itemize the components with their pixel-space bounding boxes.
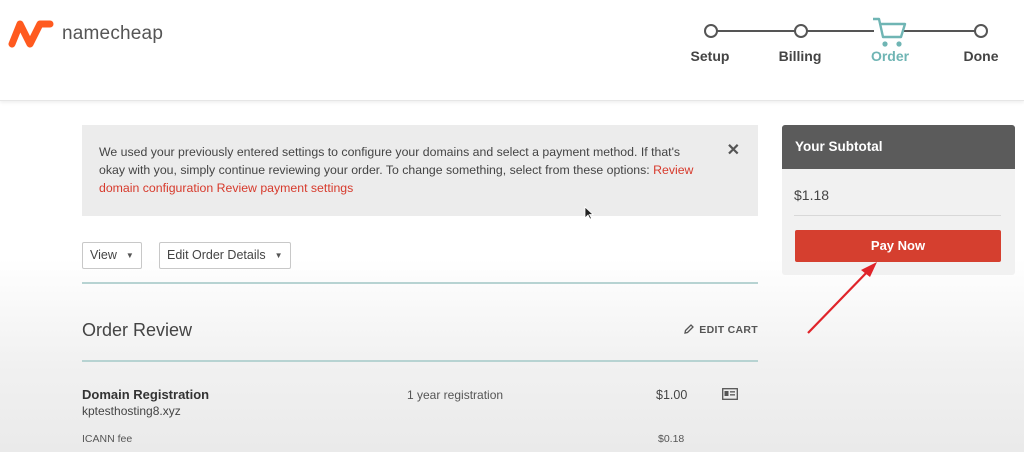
- subtotal-amount: $1.18: [794, 187, 830, 203]
- fee-name: ICANN fee: [82, 433, 133, 445]
- id-card-icon[interactable]: [722, 388, 738, 400]
- review-payment-link[interactable]: Review payment settings: [217, 181, 354, 195]
- namecheap-logo-icon: [8, 20, 54, 48]
- edit-order-details-label: Edit Order Details: [167, 248, 266, 262]
- item-price: $1.00: [656, 388, 688, 402]
- view-dropdown[interactable]: View ▼: [82, 242, 142, 269]
- step-done: Done: [963, 48, 999, 64]
- progress-line: [904, 30, 976, 32]
- chevron-down-icon: ▼: [125, 251, 134, 261]
- fee-price: $0.18: [658, 433, 685, 445]
- pencil-icon: [684, 324, 695, 334]
- subtotal-panel: Your Subtotal $1.18 Pay Now: [782, 125, 1015, 275]
- chevron-down-icon: ▼: [274, 251, 283, 261]
- step-node-billing: [794, 24, 808, 38]
- header-bar: namecheap Setup Billing Order Done: [0, 0, 1024, 101]
- settings-notice: We used your previously entered settings…: [82, 125, 758, 216]
- subtotal-header: Your Subtotal: [782, 125, 1015, 169]
- edit-cart-label: EDIT CART: [699, 324, 758, 336]
- step-node-setup: [704, 24, 718, 38]
- checkout-progress: Setup Billing Order Done: [690, 10, 1010, 80]
- section-divider: [82, 360, 758, 362]
- subtotal-divider: [794, 215, 1001, 216]
- step-setup: Setup: [690, 48, 730, 64]
- item-term: 1 year registration: [407, 388, 504, 402]
- item-domain: kptesthosting8.xyz: [82, 404, 181, 418]
- pay-now-button[interactable]: Pay Now: [795, 230, 1001, 262]
- progress-line: [806, 30, 874, 32]
- progress-line: [716, 30, 796, 32]
- namecheap-logo[interactable]: namecheap: [8, 20, 163, 48]
- edit-order-details-dropdown[interactable]: Edit Order Details ▼: [159, 242, 291, 269]
- order-review-title: Order Review: [82, 320, 193, 340]
- mouse-cursor-icon: [584, 206, 594, 220]
- step-node-done: [974, 24, 988, 38]
- brand-name: namecheap: [62, 23, 164, 44]
- cart-icon: [873, 17, 907, 47]
- section-divider: [82, 282, 758, 284]
- step-order: Order: [870, 48, 910, 64]
- step-billing: Billing: [778, 48, 822, 64]
- item-name: Domain Registration: [82, 387, 210, 402]
- edit-cart-link[interactable]: EDIT CART: [683, 323, 758, 336]
- close-icon[interactable]: ✕: [727, 143, 740, 159]
- view-dropdown-label: View: [90, 248, 117, 262]
- notice-text: We used your previously entered settings…: [99, 145, 681, 177]
